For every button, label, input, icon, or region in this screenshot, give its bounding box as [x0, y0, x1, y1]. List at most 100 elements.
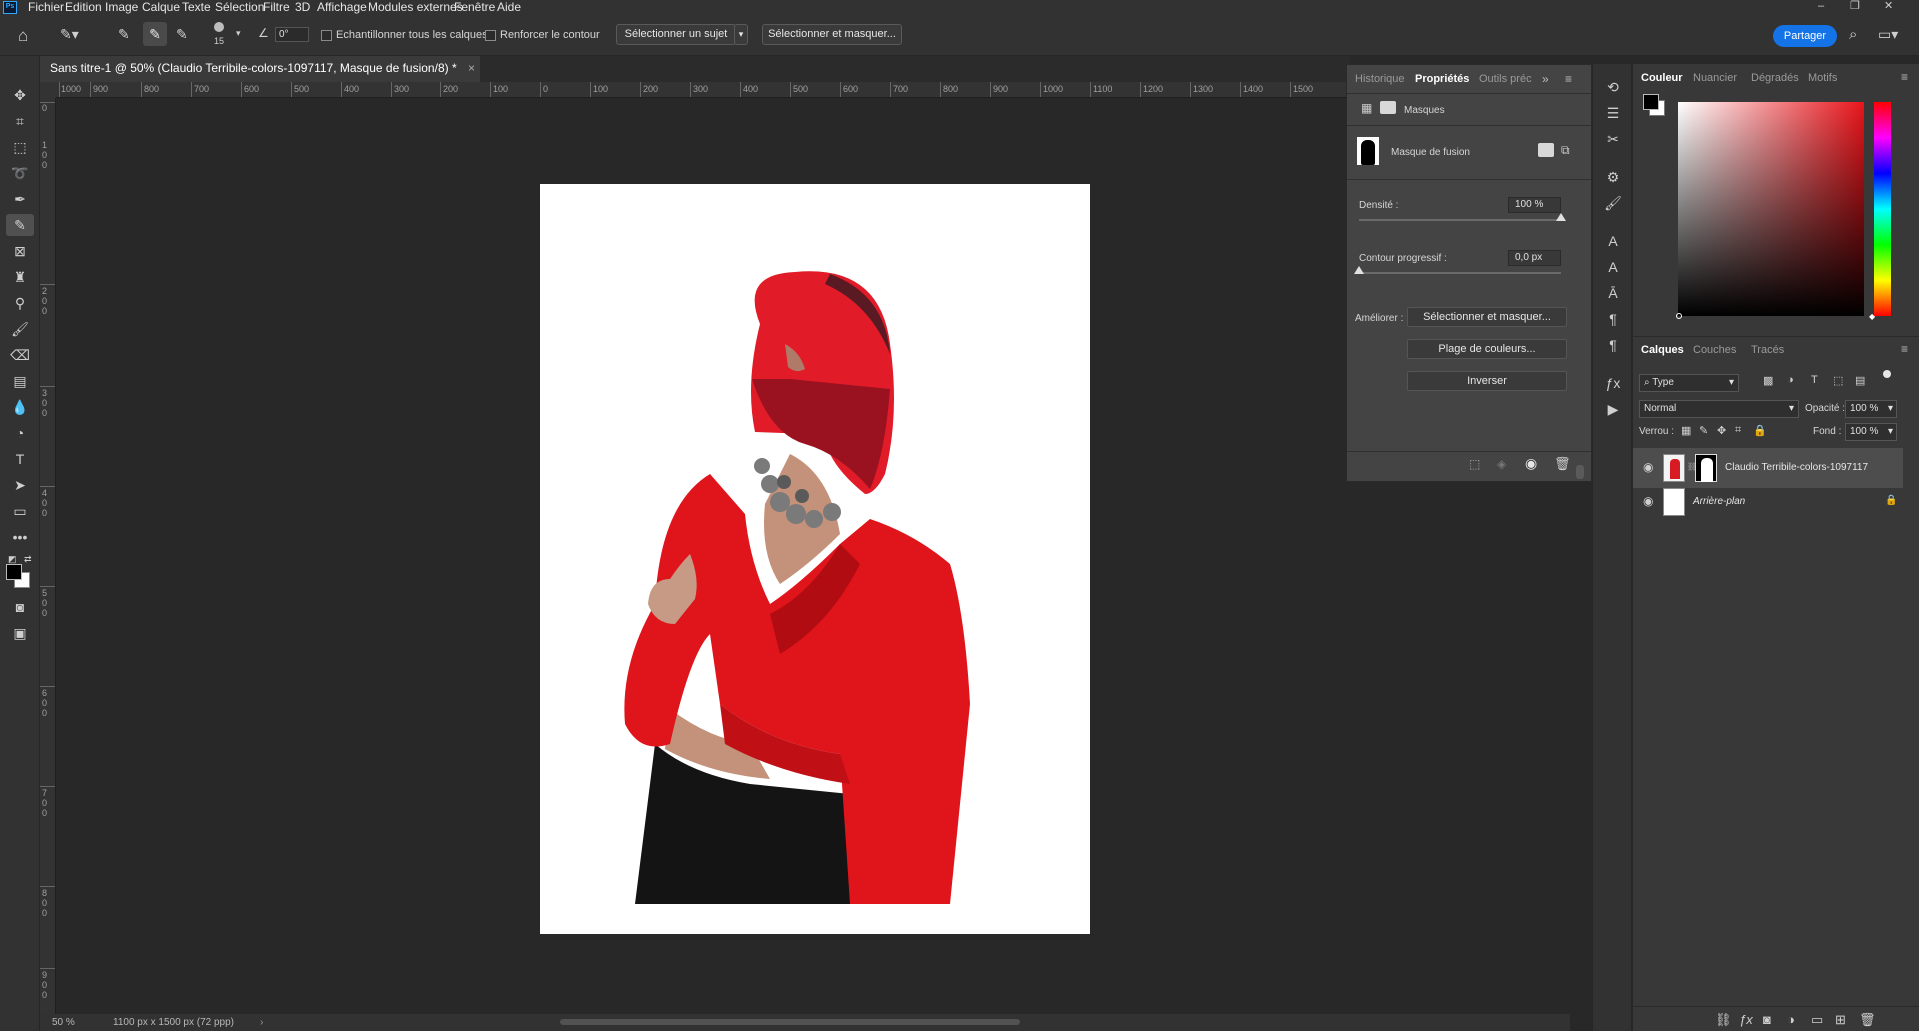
link-layers-icon[interactable]: ⛓ [1715, 1012, 1732, 1028]
paragraph-styles-icon[interactable]: ¶ [1601, 334, 1625, 356]
menu-filtre[interactable]: Filtre [263, 0, 290, 14]
brush-settings-icon[interactable]: ⚙ [1601, 166, 1625, 188]
rectangle-tool-icon[interactable]: ▭ [6, 500, 34, 522]
tab-outils-prec[interactable]: Outils préc [1479, 65, 1532, 93]
menu-modules-externes[interactable]: Modules externes [368, 0, 463, 14]
new-layer-icon[interactable]: ⊞ [1835, 1012, 1846, 1028]
eraser-tool-icon[interactable]: ⌫ [6, 344, 34, 366]
select-subject-button[interactable]: Sélectionner un sujet [616, 24, 736, 45]
lock-transparency-icon[interactable]: ▦ [1681, 424, 1691, 437]
fill-input[interactable]: 100 % ▾ [1845, 423, 1897, 441]
quick-mask-icon[interactable]: ◙ [6, 596, 34, 618]
angle-input[interactable]: 0° [275, 27, 309, 42]
trash-icon[interactable]: 🗑 [1554, 456, 1571, 472]
tab-traces[interactable]: Tracés [1751, 338, 1784, 362]
add-vector-mask-icon[interactable]: ⧉ [1561, 143, 1570, 158]
tab-proprietes[interactable]: Propriétés [1415, 65, 1469, 93]
add-mask-icon[interactable]: ◙ [1763, 1012, 1771, 1027]
fx-icon[interactable]: ƒx [1739, 1012, 1753, 1027]
invert-button[interactable]: Inverser [1407, 371, 1567, 391]
menu-3d[interactable]: 3D [295, 0, 310, 14]
sample-all-layers-checkbox[interactable] [321, 30, 332, 41]
tools-presets-icon[interactable]: ✂ [1601, 128, 1625, 150]
more-tools-icon[interactable]: ••• [6, 526, 34, 548]
lock-all-icon[interactable]: 🔒 [1753, 424, 1767, 437]
eyedropper-tool-icon[interactable]: ⚲ [6, 292, 34, 314]
new-group-icon[interactable]: ▭ [1811, 1012, 1823, 1028]
filter-toggle-icon[interactable] [1883, 370, 1891, 378]
close-tab-icon[interactable]: × [468, 61, 475, 75]
dodge-tool-icon[interactable]: ◔ [6, 422, 34, 444]
enhance-edge-checkbox[interactable] [485, 30, 496, 41]
horizontal-ruler[interactable]: 1000 900 800 700 600 500 400 300 200 100… [56, 82, 1346, 98]
pixel-mask-icon[interactable]: ▦ [1361, 101, 1372, 115]
restore-button[interactable]: ❐ [1850, 0, 1860, 14]
brushes-icon[interactable]: 🖌 [1601, 192, 1625, 214]
stamp-tool-icon[interactable]: ♜ [6, 266, 34, 288]
menu-affichage[interactable]: Affichage [317, 0, 367, 14]
tab-motifs[interactable]: Motifs [1808, 66, 1837, 90]
character-styles-icon[interactable]: A [1601, 256, 1625, 278]
menu-texte[interactable]: Texte [182, 0, 211, 14]
zoom-level[interactable]: 50 % [52, 1014, 75, 1031]
pen-tool-icon[interactable]: ✒ [6, 188, 34, 210]
vertical-scrollbar[interactable] [1576, 465, 1584, 479]
opacity-input[interactable]: 100 % ▾ [1845, 400, 1897, 418]
eye-icon[interactable]: ◉ [1525, 455, 1537, 472]
layer-row[interactable]: ◉ Arrière-plan 🔒 [1633, 482, 1903, 522]
load-selection-icon[interactable]: ⬚ [1469, 457, 1480, 471]
foreground-color-swatch[interactable] [6, 564, 22, 580]
document-tab[interactable]: Sans titre-1 @ 50% (Claudio Terribile-co… [40, 56, 480, 82]
move-tool-icon[interactable]: ✥ [6, 84, 34, 106]
panel-menu-icon[interactable]: ≡ [1901, 70, 1908, 84]
filter-shape-icon[interactable]: ⬚ [1833, 374, 1843, 387]
color-picker-marker[interactable] [1676, 313, 1682, 319]
filter-smart-object-icon[interactable]: ▤ [1855, 374, 1865, 387]
select-and-mask-panel-button[interactable]: Sélectionner et masquer... [1407, 307, 1567, 327]
type-tool-icon[interactable]: T [6, 448, 34, 470]
trash-icon[interactable]: 🗑 [1859, 1012, 1876, 1028]
menu-selection[interactable]: Sélection [215, 0, 264, 14]
subtract-selection-brush-icon[interactable]: ✎ [176, 26, 188, 43]
feather-input[interactable]: 0,0 px [1508, 250, 1561, 266]
search-icon[interactable]: ⌕ [1849, 26, 1857, 43]
menu-image[interactable]: Image [105, 0, 138, 14]
density-slider-handle[interactable] [1556, 213, 1566, 221]
hue-slider-handle[interactable]: ◆ [1869, 312, 1875, 321]
tab-couleur[interactable]: Couleur [1641, 66, 1683, 90]
tool-preset-icon[interactable]: ✎▾ [60, 26, 79, 43]
lock-pixels-icon[interactable]: ✎ [1699, 424, 1708, 437]
history-icon[interactable]: ⟲ [1601, 76, 1625, 98]
share-button[interactable]: Partager [1773, 25, 1837, 47]
character-icon[interactable]: A [1601, 230, 1625, 252]
brush-size-icon[interactable] [214, 22, 224, 32]
menu-aide[interactable]: Aide [497, 0, 521, 14]
horizontal-scrollbar[interactable] [560, 1019, 1020, 1025]
layer-mask-thumbnail[interactable] [1695, 454, 1717, 482]
status-menu-arrow-icon[interactable]: › [260, 1014, 263, 1031]
foreground-color-swatch[interactable] [1643, 94, 1659, 110]
paragraph-icon[interactable]: ¶ [1601, 308, 1625, 330]
brush-tool-icon[interactable]: 🖌 [6, 318, 34, 340]
blend-mode-select[interactable]: Normal ▾ [1639, 400, 1799, 418]
menu-fenetre[interactable]: Fenêtre [454, 0, 495, 14]
hue-slider[interactable] [1874, 102, 1891, 316]
tab-degrades[interactable]: Dégradés [1751, 66, 1799, 90]
close-window-button[interactable]: ✕ [1884, 0, 1893, 14]
vertical-ruler[interactable]: 0 1 0 0 2 0 0 3 0 0 4 0 0 5 0 0 6 0 0 7 … [40, 98, 56, 1014]
apply-mask-icon[interactable]: ◈ [1497, 457, 1506, 471]
menu-calque[interactable]: Calque [142, 0, 180, 14]
layer-filter-select[interactable]: ⌕ Type ▾ [1639, 374, 1739, 392]
lock-artboard-icon[interactable]: ⌗ [1735, 424, 1741, 437]
density-slider[interactable] [1359, 219, 1561, 221]
color-picker-field[interactable] [1678, 102, 1864, 316]
panel-menu-icon[interactable]: ≡ [1901, 342, 1908, 356]
adjustments-icon[interactable]: ☰ [1601, 102, 1625, 124]
select-subject-dropdown[interactable]: ▾ [734, 24, 748, 45]
lasso-tool-icon[interactable]: ➰ [6, 162, 34, 184]
eye-icon[interactable]: ◉ [1643, 460, 1653, 474]
glyphs-icon[interactable]: Ā [1601, 282, 1625, 304]
gradient-tool-icon[interactable]: ▤ [6, 370, 34, 392]
document-canvas[interactable] [540, 184, 1090, 934]
crop-tool-icon[interactable]: ⌗ [6, 110, 34, 132]
